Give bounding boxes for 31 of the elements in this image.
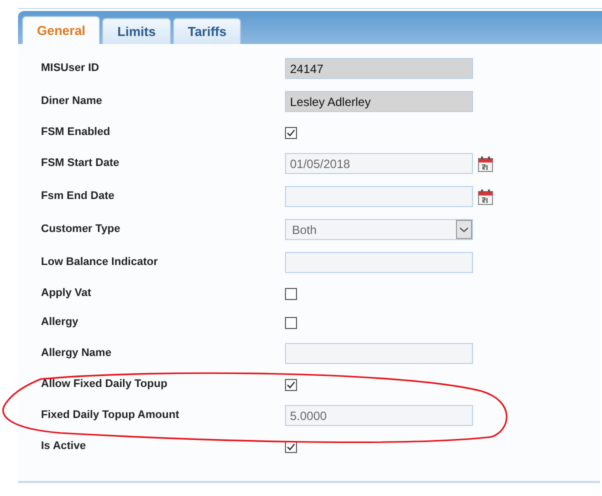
- field-label: Diner Name: [41, 94, 104, 110]
- field-label: Allergy Name: [41, 346, 112, 362]
- field-label: Allow Fixed Daily Topup: [41, 377, 168, 392]
- field-label: Fixed Daily Topup Amount: [41, 408, 180, 424]
- calendar-icon[interactable]: [478, 188, 493, 204]
- input-field[interactable]: 5.0000: [285, 405, 473, 426]
- tab[interactable]: Limits: [102, 18, 171, 44]
- field-label: Customer Type: [41, 222, 122, 238]
- input-field[interactable]: Lesley Adlerley: [285, 91, 473, 112]
- checkbox[interactable]: [285, 440, 297, 452]
- field-label: Is Active: [41, 439, 87, 454]
- caret-icon: [456, 220, 472, 239]
- checkbox[interactable]: [285, 126, 297, 138]
- calendar-icon[interactable]: [478, 156, 493, 172]
- input-field[interactable]: 01/05/2018: [285, 153, 473, 174]
- field-label: Fsm End Date: [41, 189, 116, 204]
- field-label: Allergy: [41, 315, 80, 330]
- field-label: Low Balance Indicator: [41, 255, 159, 270]
- checkbox[interactable]: [285, 378, 297, 390]
- input-field[interactable]: [285, 343, 473, 364]
- checkbox[interactable]: [285, 288, 297, 300]
- field-label: MISUser ID: [41, 61, 100, 76]
- checkbox[interactable]: [285, 316, 297, 328]
- input-field[interactable]: 24147: [285, 58, 473, 79]
- field-label: FSM Start Date: [41, 156, 120, 172]
- field-label: FSM Enabled: [41, 125, 112, 140]
- input-field[interactable]: [285, 252, 473, 273]
- select-field[interactable]: Both: [285, 219, 473, 240]
- tab[interactable]: Tariffs: [172, 18, 242, 44]
- field-label: Apply Vat: [41, 286, 92, 302]
- input-field[interactable]: [285, 186, 473, 207]
